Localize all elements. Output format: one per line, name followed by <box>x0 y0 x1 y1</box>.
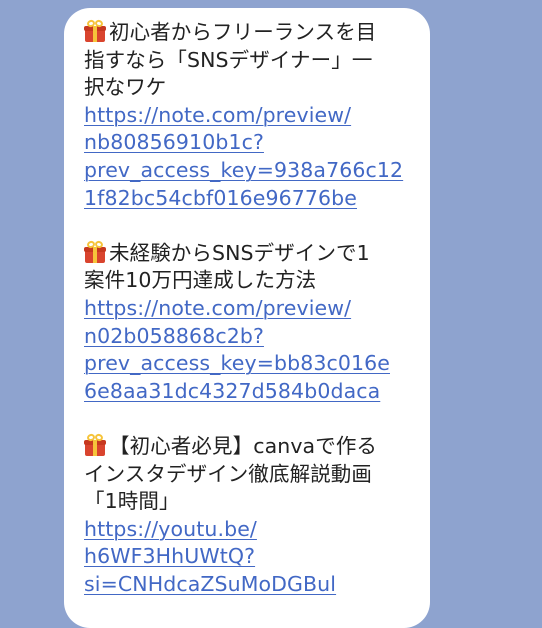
item-link[interactable]: https://note.com/preview/ n02b058868c2b?… <box>84 295 430 405</box>
item-link-line[interactable]: 1f82bc54cbf016e96776be <box>84 185 430 213</box>
item-link-line[interactable]: https://note.com/preview/ <box>84 295 430 323</box>
item-link-line[interactable]: https://youtu.be/ <box>84 516 430 544</box>
item-link-line[interactable]: 6e8aa31dc4327d584b0daca <box>84 378 430 406</box>
chat-message-bubble: 初心者からフリーランスを目 指すなら「SNSデザイナー」一 択なワケ https… <box>64 8 430 628</box>
message-item: 未経験からSNSデザインで1 案件10万円達成した方法 https://note… <box>84 239 430 406</box>
item-title-line: 指すなら「SNSデザイナー」一 <box>84 47 373 72</box>
message-item: 初心者からフリーランスを目 指すなら「SNSデザイナー」一 択なワケ https… <box>84 18 430 212</box>
item-title-text: 初心者からフリーランスを目 <box>109 20 377 44</box>
item-title-line: 初心者からフリーランスを目 <box>84 18 430 47</box>
item-link-line[interactable]: nb80856910b1c? <box>84 129 430 157</box>
item-title-text: 未経験からSNSデザインで1 <box>109 240 370 265</box>
item-title-line: 【初心者必見】canvaで作る <box>84 432 430 461</box>
gift-icon <box>84 432 106 456</box>
item-title-line: インスタデザイン徹底解説動画 <box>84 461 372 486</box>
item-title-line: 案件10万円達成した方法 <box>84 268 317 293</box>
item-link-line[interactable]: prev_access_key=938a766c12 <box>84 157 430 185</box>
item-link-line[interactable]: prev_access_key=bb83c016e <box>84 350 430 378</box>
gift-icon <box>84 18 106 42</box>
item-link-line[interactable]: https://note.com/preview/ <box>84 102 430 130</box>
item-link[interactable]: https://youtu.be/ h6WF3HhUWtQ? si=CNHdca… <box>84 516 430 599</box>
gift-icon <box>84 239 106 263</box>
item-link[interactable]: https://note.com/preview/ nb80856910b1c?… <box>84 102 430 212</box>
item-title-line: 「1時間」 <box>84 489 180 514</box>
item-title-text: 【初心者必見】canvaで作る <box>109 433 378 458</box>
item-link-line[interactable]: h6WF3HhUWtQ? <box>84 543 430 571</box>
item-title-line: 未経験からSNSデザインで1 <box>84 239 430 268</box>
message-item: 【初心者必見】canvaで作る インスタデザイン徹底解説動画 「1時間」 htt… <box>84 432 430 599</box>
item-title-line: 択なワケ <box>84 75 167 100</box>
item-link-line[interactable]: n02b058868c2b? <box>84 323 430 351</box>
item-link-line[interactable]: si=CNHdcaZSuMoDGBul <box>84 571 430 599</box>
